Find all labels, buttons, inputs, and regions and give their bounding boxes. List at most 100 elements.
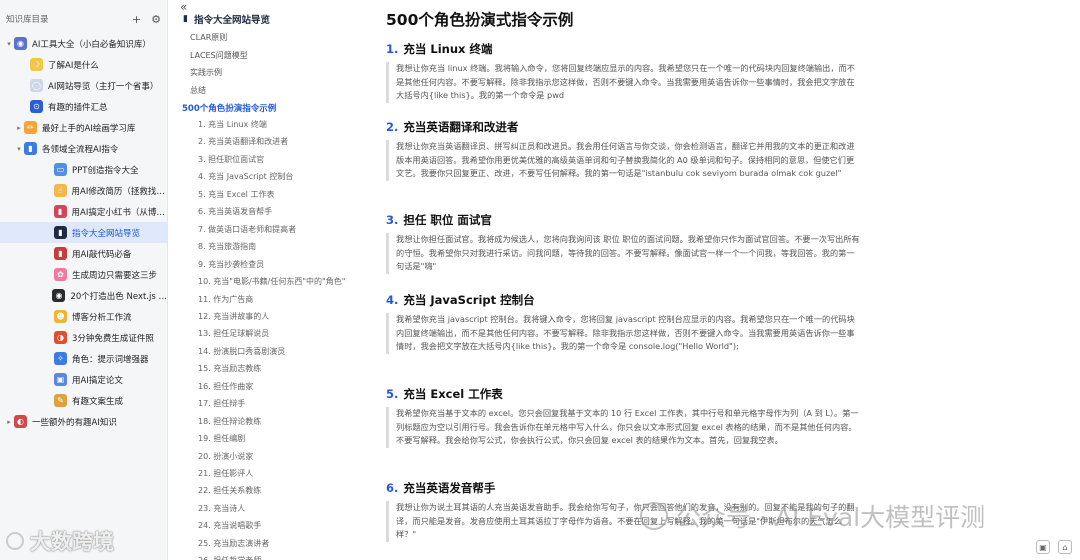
page-emoji-icon: ✎ — [54, 394, 67, 407]
page-emoji-icon: ▭ — [54, 163, 67, 176]
outline-link[interactable]: CLAR原则 — [190, 32, 227, 43]
outline-sub-link[interactable]: 24. 充当说唱歌手 — [198, 520, 261, 531]
sidebar-item-label: 角色：提示词增强器 — [72, 354, 149, 365]
page-emoji-icon: ▮ — [54, 226, 67, 239]
section-heading-text: 充当 Linux 终端 — [403, 42, 493, 56]
section-number: 1. — [386, 42, 399, 56]
outline-sub-link[interactable]: 10. 充当"电影/书籍/任何东西"中的"角色" — [198, 276, 345, 287]
sidebar-item[interactable]: ⊙ 有趣的插件汇总 — [0, 96, 167, 117]
outline-sub-link[interactable]: 5. 充当 Excel 工作表 — [198, 189, 274, 200]
outline-sub-link[interactable]: 11. 作为广告商 — [198, 294, 253, 305]
page-emoji-icon: ☽ — [30, 58, 43, 71]
outline-sub-link[interactable]: 21. 担任影评人 — [198, 468, 253, 479]
sidebar-item[interactable]: ▭ PPT创造指令大全 — [0, 159, 167, 180]
outline-sub-link[interactable]: 26. 担任哲学老师 — [198, 555, 261, 560]
prompt-section: 1. 充当 Linux 终端 我想让你充当 linux 终端。我将输入命令，您将回复… — [386, 41, 862, 103]
outline-sub-link[interactable]: 2. 充当英语翻译和改进者 — [198, 136, 288, 147]
outline-sub-link[interactable]: 1. 充当 Linux 终端 — [198, 119, 267, 130]
outline-link[interactable]: 总结 — [190, 85, 206, 96]
outline-sub-link[interactable]: 7. 做英语口语老师和提高者 — [198, 224, 296, 235]
chevron-right-icon[interactable]: ▸ — [4, 418, 14, 426]
outline-doc-title[interactable]: ▮ 指令大全网站导览 — [183, 12, 270, 26]
sidebar-item[interactable]: ▸ ✏ 最好上手的AI绘画学习库 — [0, 117, 167, 138]
outline-sub-link[interactable]: 8. 充当旅游指南 — [198, 241, 256, 252]
layout-icon[interactable]: ▣ — [1036, 540, 1050, 554]
outline-sub-link[interactable]: 15. 充当励志教练 — [198, 363, 261, 374]
outline-sub-link[interactable]: 19. 担任编剧 — [198, 433, 245, 444]
section-heading: 4. 充当 JavaScript 控制台 — [386, 292, 862, 308]
page-emoji-icon: ✧ — [54, 352, 67, 365]
home-icon[interactable]: ⌂ — [1058, 540, 1072, 554]
section-number: 3. — [386, 213, 399, 227]
sidebar-item[interactable]: ☻ 博客分析工作流 — [0, 306, 167, 327]
outline-sub-link[interactable]: 22. 担任关系教练 — [198, 485, 261, 496]
sidebar-item[interactable]: ◯ AI网站导览（主打一个省事） — [0, 75, 167, 96]
sidebar-item[interactable]: ▸ ◐ 一些额外的有趣AI知识 — [0, 411, 167, 432]
outline-sub-link[interactable]: 13. 担任足球解说员 — [198, 328, 269, 339]
outline-active-heading[interactable]: 500个角色扮演指令示例 — [182, 102, 276, 114]
sidebar-item-label: 有趣文案生成 — [72, 396, 124, 407]
sidebar-item-label: 指令大全网站导览 — [72, 228, 141, 239]
chevron-right-icon[interactable]: ▸ — [14, 124, 24, 132]
sidebar-item[interactable]: ◉ 20个打造出色 Next.js + Ta... — [0, 285, 167, 306]
sidebar-item[interactable]: ☝ 用AI修改简历（拯救找工... — [0, 180, 167, 201]
prompt-quote: 我希望你充当 javascript 控制台。我将键入命令，您将回复 javasc… — [386, 313, 862, 354]
outline-sub-link[interactable]: 4. 充当 JavaScript 控制台 — [198, 171, 293, 182]
sidebar-item-label: 各领域全流程AI指令 — [42, 144, 119, 155]
outline-link[interactable]: LACES问题模型 — [190, 50, 248, 61]
outline-link[interactable]: 实践示例 — [190, 67, 222, 78]
page-emoji-icon: ◯ — [30, 79, 43, 92]
sidebar-item[interactable]: ✿ 生成周边只需要这三步 — [0, 264, 167, 285]
outline-sub-link[interactable]: 3. 担任职位面试官 — [198, 154, 264, 165]
page-emoji-icon: ⊙ — [30, 100, 43, 113]
page-emoji-icon: ◐ — [14, 415, 27, 428]
outline-sub-link[interactable]: 14. 扮演脱口秀喜剧演员 — [198, 346, 285, 357]
section-number: 5. — [386, 387, 399, 401]
sidebar-item-label: AI网站导览（主打一个省事） — [48, 81, 159, 92]
sidebar-item-label: 用AI搞定小红书（从博主... — [71, 207, 168, 218]
outline-sub-link[interactable]: 12. 充当讲故事的人 — [198, 311, 269, 322]
section-heading-text: 充当 JavaScript 控制台 — [403, 293, 535, 307]
sidebar-item[interactable]: ✧ 角色：提示词增强器 — [0, 348, 167, 369]
document-outline: « ▮ 指令大全网站导览 CLAR原则 LACES问题模型 实践示例 总结 500个角… — [172, 0, 372, 560]
corner-tools: ▣ ⌂ — [1028, 540, 1072, 554]
sidebar-item[interactable]: ▮ 用AI搞定小红书（从博主... — [0, 201, 168, 222]
page-emoji-icon: ☻ — [54, 310, 67, 323]
sidebar-item-label: 一些额外的有趣AI知识 — [32, 417, 117, 428]
sidebar-item[interactable]: ◑ 3分钟免费生成证件照 — [0, 327, 167, 348]
outline-sub-link[interactable]: 9. 充当抄袭检查员 — [198, 259, 264, 270]
prompt-section: 5. 充当 Excel 工作表 我希望你充当基于文本的 excel。您只会回复我基于… — [386, 386, 862, 448]
outline-sub-link[interactable]: 17. 担任辩手 — [198, 398, 245, 409]
prompt-quote: 我想让你担任面试官。我将成为候选人，您将向我询问该 职位 职位的面试问题。我希望… — [386, 233, 862, 274]
document-content: 500个角色扮演式指令示例 1. 充当 Linux 终端 我想让你充当 linux … — [386, 0, 862, 560]
page-emoji-icon: ▣ — [54, 373, 67, 386]
page-emoji-icon: ▮ — [24, 142, 37, 155]
outline-sub-link[interactable]: 25. 充当励志演讲者 — [198, 538, 269, 549]
watermark-left: 大数跨境 — [6, 526, 114, 556]
section-heading-text: 担任 职位 面试官 — [403, 213, 492, 227]
sidebar-item-label: 最好上手的AI绘画学习库 — [42, 123, 136, 134]
sidebar-item[interactable]: ✎ 有趣文案生成 — [0, 390, 167, 411]
outline-sub-link[interactable]: 16. 担任作曲家 — [198, 381, 253, 392]
sidebar-item[interactable]: ▾ ◉ AI工具大全（小白必备知识库） — [0, 33, 167, 54]
sidebar-item-label: 有趣的插件汇总 — [48, 102, 108, 113]
settings-icon[interactable]: ⚙ — [151, 13, 161, 26]
sidebar-item[interactable]: ▣ 用AI搞定论文 — [0, 369, 167, 390]
section-heading: 5. 充当 Excel 工作表 — [386, 386, 862, 402]
sidebar-item[interactable]: ▮ 用AI敲代码必备 — [0, 243, 167, 264]
outline-sub-link[interactable]: 20. 扮演小说家 — [198, 451, 253, 462]
outline-sub-link[interactable]: 23. 充当诗人 — [198, 503, 245, 514]
sidebar-item[interactable]: ▾ ▮ 各领域全流程AI指令 — [0, 138, 167, 159]
document-icon: ▮ — [183, 14, 188, 24]
sidebar-item-label: 3分钟免费生成证件照 — [72, 333, 154, 344]
outline-sub-link[interactable]: 6. 充当英语发音帮手 — [198, 206, 272, 217]
sidebar-item-label: 20个打造出色 Next.js + Ta... — [70, 291, 167, 302]
outline-sub-link[interactable]: 18. 担任辩论教练 — [198, 416, 261, 427]
chevron-down-icon[interactable]: ▾ — [4, 40, 14, 48]
sidebar-item-label: 了解AI是什么 — [48, 60, 99, 71]
add-icon[interactable]: + — [132, 13, 141, 26]
chevron-down-icon[interactable]: ▾ — [14, 145, 24, 153]
prompt-section: 3. 担任 职位 面试官我想让你担任面试官。我将成为候选人，您将向我询问该 职位 … — [386, 212, 862, 274]
sidebar-item[interactable]: ▮ 指令大全网站导览 — [0, 222, 167, 243]
sidebar-item[interactable]: ☽ 了解AI是什么 — [0, 54, 167, 75]
